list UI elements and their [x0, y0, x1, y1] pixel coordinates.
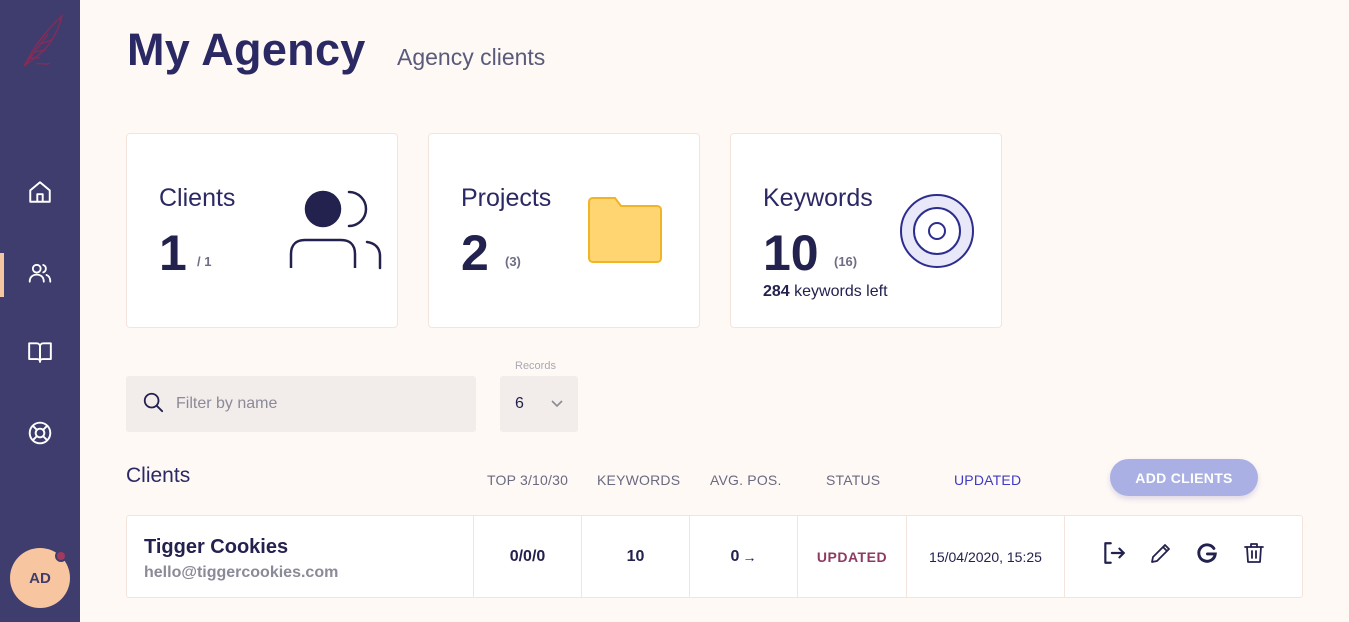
- client-name[interactable]: Tigger Cookies: [144, 536, 288, 559]
- records-label: Records: [515, 360, 556, 372]
- page-subtitle: Agency clients: [397, 44, 546, 70]
- users-icon: [27, 260, 53, 291]
- search-icon: [142, 391, 164, 418]
- search-input[interactable]: [176, 395, 456, 413]
- sidebar-item-home[interactable]: [0, 170, 80, 218]
- page-title: My Agency: [127, 24, 366, 75]
- avg-pos-value: 0: [730, 547, 740, 565]
- avg-pos-cell: 0 →: [690, 516, 798, 597]
- clients-card-label: Clients: [159, 184, 236, 212]
- home-icon: [27, 179, 53, 210]
- updated-cell: 15/04/2020, 15:25: [907, 516, 1065, 597]
- users-icon: [287, 188, 387, 277]
- avatar[interactable]: AD: [10, 548, 70, 608]
- chevron-down-icon: [550, 396, 564, 415]
- sidebar-item-clients[interactable]: [0, 251, 80, 299]
- quill-logo-icon[interactable]: [18, 12, 66, 70]
- keywords-card-value: 10: [763, 225, 819, 281]
- keywords-card-label: Keywords: [763, 184, 873, 212]
- google-connect-button[interactable]: [1192, 540, 1222, 570]
- table-row: Tigger Cookies hello@tiggercookies.com 0…: [126, 515, 1303, 598]
- sidebar-item-support[interactable]: [0, 411, 80, 459]
- notification-dot: [55, 550, 67, 562]
- clients-card-value: 1: [159, 225, 187, 281]
- top-cell: 0/0/0: [474, 516, 582, 597]
- column-header-top[interactable]: TOP 3/10/30: [487, 472, 568, 488]
- keywords-card: Keywords 10 (16) 284 keywords left: [730, 133, 1002, 328]
- pencil-icon: [1149, 541, 1173, 570]
- column-header-updated[interactable]: UPDATED: [954, 472, 1021, 488]
- edit-client-button[interactable]: [1146, 540, 1176, 570]
- records-value: 6: [515, 395, 524, 412]
- avatar-initials: AD: [29, 569, 51, 587]
- clients-card-limit: / 1: [197, 254, 212, 269]
- trend-arrow: →: [742, 548, 757, 565]
- trash-icon: [1242, 541, 1266, 570]
- client-email: hello@tiggercookies.com: [144, 564, 339, 581]
- keywords-cell: 10: [582, 516, 690, 597]
- keywords-left-count: 284: [763, 283, 790, 300]
- clients-section-title: Clients: [126, 464, 191, 487]
- projects-card-label: Projects: [461, 184, 552, 212]
- records-select[interactable]: 6: [500, 376, 578, 432]
- projects-card-total: (3): [505, 254, 521, 269]
- client-cell: Tigger Cookies hello@tiggercookies.com: [127, 516, 474, 597]
- book-icon: [27, 339, 53, 370]
- sidebar-item-docs[interactable]: [0, 330, 80, 378]
- keywords-left: 284 keywords left: [763, 283, 888, 301]
- column-header-keywords[interactable]: KEYWORDS: [597, 472, 680, 488]
- search-box[interactable]: [126, 376, 476, 432]
- logout-icon: [1101, 540, 1127, 571]
- target-icon: [899, 193, 975, 274]
- projects-card-value: 2: [461, 225, 489, 281]
- lifebuoy-icon: [27, 420, 53, 451]
- status-badge: UPDATED: [798, 516, 907, 597]
- projects-card: Projects 2 (3): [428, 133, 700, 328]
- keywords-left-text: keywords left: [794, 283, 888, 300]
- sidebar: AD: [0, 0, 80, 622]
- delete-client-button[interactable]: [1239, 540, 1269, 570]
- keywords-card-total: (16): [834, 254, 858, 269]
- column-header-status[interactable]: STATUS: [826, 472, 880, 488]
- google-icon: [1196, 542, 1218, 569]
- open-client-button[interactable]: [1099, 540, 1129, 570]
- add-clients-button[interactable]: ADD CLIENTS: [1110, 459, 1258, 496]
- clients-card: Clients 1 / 1: [126, 133, 398, 328]
- column-header-avg-pos[interactable]: AVG. POS.: [710, 472, 782, 488]
- folder-icon: [587, 196, 663, 269]
